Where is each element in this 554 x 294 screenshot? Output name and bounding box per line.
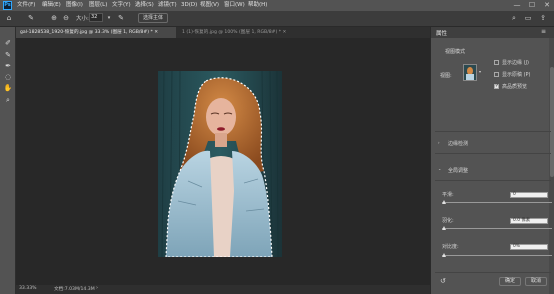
menu-type[interactable]: 文字(Y) xyxy=(112,1,131,10)
smooth-input[interactable]: 0 xyxy=(510,192,548,198)
ok-button[interactable]: 确定 xyxy=(499,277,521,286)
size-label: 大小: xyxy=(76,16,89,22)
smooth-slider-handle[interactable] xyxy=(442,200,446,204)
options-bar: ⌂ ✎ ⊕ ⊖ 大小: 32 ▾ ✎ 选择主体 ⌕ ▭ ⇪ xyxy=(0,11,554,27)
contrast-input[interactable]: 0% xyxy=(510,244,548,250)
tab-second-document[interactable]: 1 (1)-恢复的.jpg @ 100% (图层 1, RGB/8#) * ✕ xyxy=(178,27,306,38)
contrast-slider-handle[interactable] xyxy=(442,253,446,257)
feather-slider-handle[interactable] xyxy=(442,226,446,230)
home-icon[interactable]: ⌂ xyxy=(4,13,14,23)
panel-title: 属性 xyxy=(436,31,448,37)
lasso-tool-icon[interactable]: ◌ xyxy=(3,73,13,82)
tab-active-document[interactable]: gal-1828538_1920-恢复的.jpg @ 33.3% (图层 1, … xyxy=(16,27,176,38)
edge-detection-heading[interactable]: 边缘检测 xyxy=(448,140,468,147)
show-original-checkbox[interactable] xyxy=(494,72,499,77)
document-size: 文档:7.03M/14.3M xyxy=(54,287,95,292)
divider xyxy=(435,272,551,273)
share-icon[interactable]: ⇪ xyxy=(538,13,548,23)
chevron-right-icon[interactable]: › xyxy=(438,140,440,145)
global-refine-heading[interactable]: 全局调整 xyxy=(448,167,468,174)
smooth-label: 平滑: xyxy=(442,192,454,198)
feather-slider-track[interactable] xyxy=(442,228,552,229)
menu-help[interactable]: 帮助(H) xyxy=(248,1,267,10)
menu-view[interactable]: 视图(V) xyxy=(200,1,219,10)
menu-window[interactable]: 窗口(W) xyxy=(224,1,245,10)
hq-preview-label: 高品质预览 xyxy=(502,84,528,90)
menu-layer[interactable]: 图层(L) xyxy=(89,1,107,10)
refine-edge-brush-icon[interactable]: ✎ xyxy=(3,51,13,60)
photoshop-logo: Ps xyxy=(3,1,12,10)
show-original-label: 显示原稿 (P) xyxy=(502,72,531,78)
status-bar: 33.33% 文档:7.03M/14.3M › xyxy=(16,285,430,294)
menu-select[interactable]: 选择(S) xyxy=(135,1,154,10)
hq-preview-checkbox[interactable] xyxy=(494,83,499,89)
select-subject-button[interactable]: 选择主体 xyxy=(138,13,168,23)
scrollbar-thumb[interactable] xyxy=(550,67,554,177)
menu-bar: Ps 文件(F) 编辑(E) 图像(I) 图层(L) 文字(Y) 选择(S) 滤… xyxy=(0,0,554,11)
zoom-level[interactable]: 33.33% xyxy=(19,286,37,291)
smooth-slider-track[interactable] xyxy=(442,202,552,203)
menu-image[interactable]: 图像(I) xyxy=(66,1,83,10)
minimize-button[interactable]: — xyxy=(510,0,524,11)
maximize-button[interactable]: ☐ xyxy=(525,0,539,11)
menu-3d[interactable]: 3D(D) xyxy=(181,1,197,10)
document-canvas[interactable] xyxy=(16,38,430,285)
menu-edit[interactable]: 编辑(E) xyxy=(42,1,61,10)
search-icon[interactable]: ⌕ xyxy=(509,13,519,23)
reset-icon[interactable]: ↺ xyxy=(440,277,446,285)
chevron-down-icon[interactable]: ▾ xyxy=(104,13,114,23)
divider xyxy=(435,180,551,181)
contrast-label: 对比度: xyxy=(442,244,459,250)
portrait-photo[interactable] xyxy=(158,71,282,257)
divider xyxy=(435,131,551,132)
document-tabs: gal-1828538_1920-恢复的.jpg @ 33.3% (图层 1, … xyxy=(16,27,430,38)
quick-selection-tool-icon[interactable]: ✐ xyxy=(3,39,13,48)
panel-header: 属性 ≡ xyxy=(431,27,554,38)
show-edge-label: 显示边缘 (J) xyxy=(502,60,529,66)
subtract-from-selection-icon[interactable]: ⊖ xyxy=(61,13,71,23)
chevron-right-icon[interactable]: › xyxy=(96,285,98,291)
add-to-selection-icon[interactable]: ⊕ xyxy=(49,13,59,23)
feather-label: 羽化: xyxy=(442,218,454,224)
zoom-tool-icon[interactable]: ⌕ xyxy=(3,96,13,105)
workspace-icon[interactable]: ▭ xyxy=(523,13,533,23)
divider xyxy=(435,153,551,154)
view-mode-heading: 视图模式 xyxy=(445,49,466,55)
chevron-down-icon[interactable]: ⌄ xyxy=(438,166,441,171)
properties-panel: 属性 ≡ 视图模式 视图: ▾ 显示边缘 (J) 显示原稿 (P) 高品质预览 … xyxy=(430,27,554,294)
size-input[interactable]: 32 xyxy=(89,13,103,22)
view-mode-thumbnail[interactable] xyxy=(463,64,477,81)
chevron-down-icon[interactable]: ▾ xyxy=(479,69,481,74)
cancel-button[interactable]: 取消 xyxy=(525,277,547,286)
menu-file[interactable]: 文件(F) xyxy=(17,1,35,10)
show-edge-checkbox[interactable] xyxy=(494,60,499,65)
brush-tool-icon[interactable]: ✒ xyxy=(3,62,13,71)
contrast-slider-track[interactable] xyxy=(442,255,552,256)
hand-tool-icon[interactable]: ✋ xyxy=(3,84,13,93)
brush-settings-icon[interactable]: ✎ xyxy=(116,13,126,23)
view-label: 视图: xyxy=(440,73,452,79)
menu-filter[interactable]: 滤镜(T) xyxy=(158,1,177,10)
feather-input[interactable]: 0.0 像素 xyxy=(510,218,548,224)
close-button[interactable]: ✕ xyxy=(540,0,554,11)
tools-panel: ✐ ✎ ✒ ◌ ✋ ⌕ xyxy=(0,27,16,294)
brush-tool-icon[interactable]: ✎ xyxy=(26,13,36,23)
panel-menu-icon[interactable]: ≡ xyxy=(541,28,546,35)
